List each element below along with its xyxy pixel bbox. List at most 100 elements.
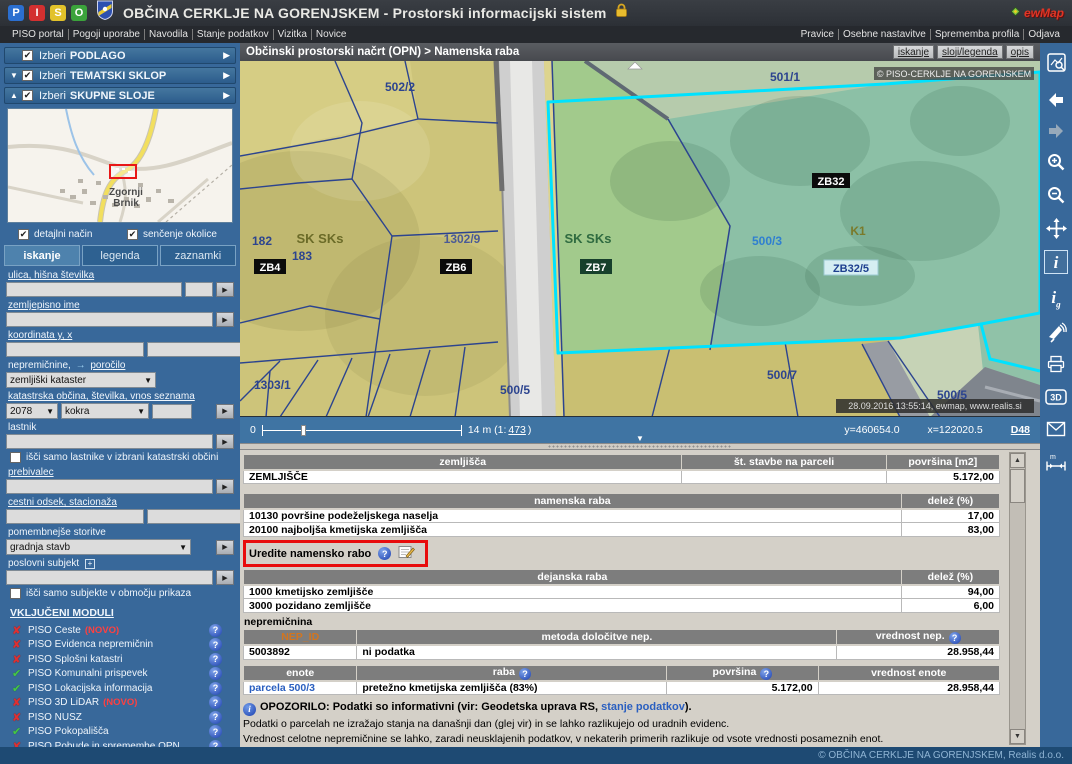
menu-odjava[interactable]: Odjava [1023, 29, 1064, 40]
scrollbar-thumb[interactable] [1010, 469, 1025, 503]
subjekt-go-button[interactable]: ▶ [216, 570, 234, 585]
forward-arrow-button[interactable] [1044, 119, 1068, 143]
menu-novice[interactable]: Novice [311, 29, 351, 40]
parcel-number-input[interactable] [152, 404, 192, 419]
podlago-checkbox[interactable]: ✔ [22, 50, 33, 61]
module-help-button[interactable]: ? [209, 711, 222, 724]
lastnik-input[interactable] [6, 434, 213, 449]
panel-collapse-icon[interactable]: ▼ [636, 434, 644, 443]
module-splosni-katastri[interactable]: ✘ PISO Splošni katastri ? [4, 652, 236, 667]
module-3d-lidar[interactable]: ✘ PISO 3D LiDAR (NOVO) ? [4, 696, 236, 711]
ulica-go-button[interactable]: ▶ [216, 282, 234, 297]
ko-name-select[interactable]: kokra ▼ [61, 403, 149, 419]
scroll-down-button[interactable]: ▼ [1010, 729, 1025, 744]
nepremicnine-select[interactable]: zemljiški kataster ▼ [6, 372, 156, 388]
prebivalec-label[interactable]: prebivalec [8, 467, 54, 478]
expand-plus-icon[interactable]: + [85, 559, 95, 569]
edit-note-icon[interactable] [398, 545, 415, 562]
scale-slider[interactable] [262, 425, 462, 436]
map-button-opis[interactable]: opis [1006, 45, 1034, 59]
accordion-podlago[interactable]: ✔ Izberi PODLAGO ▶ [4, 47, 236, 64]
module-pokopalisca[interactable]: ✔ PISO Pokopališča ? [4, 725, 236, 740]
module-help-button[interactable]: ? [209, 667, 222, 680]
gps-satellite-button[interactable] [1044, 320, 1068, 344]
map-canvas[interactable]: 502/2 501/1 182 SK SKs 183 1302/9 SK SKs… [240, 61, 1040, 417]
module-help-button[interactable]: ? [209, 653, 222, 666]
detajlni-nacin-checkbox[interactable]: ✔ [18, 229, 29, 240]
module-lokacijska[interactable]: ✔ PISO Lokacijska informacija ? [4, 681, 236, 696]
katastrska-label[interactable]: katastrska občina, številka, vnos seznam… [8, 391, 195, 402]
tab-legenda[interactable]: legenda [82, 245, 158, 266]
koordinata-y-input[interactable] [6, 342, 144, 357]
moduli-heading[interactable]: VKLJUČENI MODULI [10, 607, 236, 619]
hisna-stevilka-input[interactable] [185, 282, 213, 297]
menu-navodila[interactable]: Navodila [144, 29, 192, 40]
storitve-go-button[interactable]: ▶ [216, 540, 234, 555]
print-button[interactable] [1044, 352, 1068, 376]
zoom-in-button[interactable] [1044, 150, 1068, 174]
horizontal-splitter[interactable] [240, 443, 1040, 450]
module-evidenca[interactable]: ✘ PISO Evidenca nepremičnin ? [4, 638, 236, 653]
cestni-odsek-input[interactable] [6, 509, 144, 524]
ulica-input[interactable] [6, 282, 182, 297]
zoom-out-button[interactable] [1044, 183, 1068, 207]
accordion-skupni-sloji[interactable]: ▲ ✔ Izberi SKUPNE SLOJE ▶ [4, 87, 236, 104]
zemljepisno-input[interactable] [6, 312, 213, 327]
panel-scrollbar[interactable]: ▲ ▼ [1009, 452, 1026, 745]
overview-minimap[interactable]: Zgornji Brnik [7, 108, 233, 223]
lastnik-go-button[interactable]: ▶ [216, 434, 234, 449]
tab-iskanje[interactable]: iskanje [4, 245, 80, 266]
vrednost-help-button[interactable]: ? [949, 632, 961, 644]
3d-view-button[interactable]: 3D [1044, 385, 1068, 409]
map-button-iskanje[interactable]: iskanje [893, 45, 934, 59]
datum-link[interactable]: D48 [1011, 424, 1030, 436]
menu-sprememba-profila[interactable]: Sprememba profila [930, 29, 1023, 40]
zemljepisno-label[interactable]: zemljepisno ime [8, 300, 80, 311]
module-help-button[interactable]: ? [209, 696, 222, 709]
tematski-checkbox[interactable]: ✔ [22, 70, 33, 81]
module-help-button[interactable]: ? [209, 624, 222, 637]
ko-number-select[interactable]: 2078 ▼ [6, 403, 58, 419]
uredite-help-button[interactable]: ? [378, 547, 391, 560]
module-nusz[interactable]: ✘ PISO NUSZ ? [4, 710, 236, 725]
menu-piso-portal[interactable]: PISO portal [8, 29, 68, 40]
menu-pravice[interactable]: Pravice [797, 29, 838, 40]
module-help-button[interactable]: ? [209, 638, 222, 651]
tab-zaznamki[interactable]: zaznamki [160, 245, 236, 266]
menu-stanje-podatkov[interactable]: Stanje podatkov [192, 29, 273, 40]
measure-button[interactable]: m [1044, 450, 1068, 474]
porocilo-link[interactable]: poročilo [90, 360, 125, 371]
accordion-tematski-sklop[interactable]: ▼ ✔ Izberi TEMATSKI SKLOP ▶ [4, 67, 236, 84]
menu-osebne-nastavitve[interactable]: Osebne nastavitve [838, 29, 930, 40]
minimap-extent-marker[interactable] [110, 165, 136, 178]
sencenje-okolice-checkbox[interactable]: ✔ [127, 229, 138, 240]
subjekt-filter-checkbox[interactable] [10, 588, 21, 599]
cestni-odsek-label[interactable]: cestni odsek, stacionaža [8, 497, 117, 508]
map-button-sloji-legenda[interactable]: sloji/legenda [937, 45, 1003, 59]
menu-pogoji-uporabe[interactable]: Pogoji uporabe [68, 29, 144, 40]
scroll-up-button[interactable]: ▲ [1010, 453, 1025, 468]
raba-help-button[interactable]: ? [519, 668, 531, 680]
module-help-button[interactable]: ? [209, 725, 222, 738]
katastrska-go-button[interactable]: ▶ [216, 404, 234, 419]
menu-vizitka[interactable]: Vizitka [273, 29, 311, 40]
subjekt-input[interactable] [6, 570, 213, 585]
back-arrow-button[interactable] [1044, 88, 1068, 112]
parcela-link[interactable]: parcela 500/3 [244, 681, 357, 695]
prebivalec-go-button[interactable]: ▶ [216, 479, 234, 494]
koordinata-label[interactable]: koordinata y, x [8, 330, 72, 341]
ulica-label[interactable]: ulica, hišna številka [8, 270, 94, 281]
module-komunalni-prispevek[interactable]: ✔ PISO Komunalni prispevek ? [4, 667, 236, 682]
stanje-podatkov-link[interactable]: stanje podatkov [601, 701, 685, 713]
full-extent-button[interactable] [1044, 50, 1068, 74]
prebivalec-input[interactable] [6, 479, 213, 494]
send-mail-button[interactable] [1044, 417, 1068, 441]
lastnik-filter-checkbox[interactable] [10, 452, 21, 463]
scale-slider-knob[interactable] [301, 425, 306, 436]
module-ceste[interactable]: ✘ PISO Ceste (NOVO) ? [4, 623, 236, 638]
pan-button[interactable] [1044, 216, 1068, 240]
storitve-select[interactable]: gradnja stavb ▼ [6, 539, 191, 555]
identify-button[interactable]: i [1044, 250, 1068, 274]
identify-group-button[interactable]: ig [1044, 287, 1068, 311]
scale-ratio-link[interactable]: 473 [508, 424, 526, 436]
